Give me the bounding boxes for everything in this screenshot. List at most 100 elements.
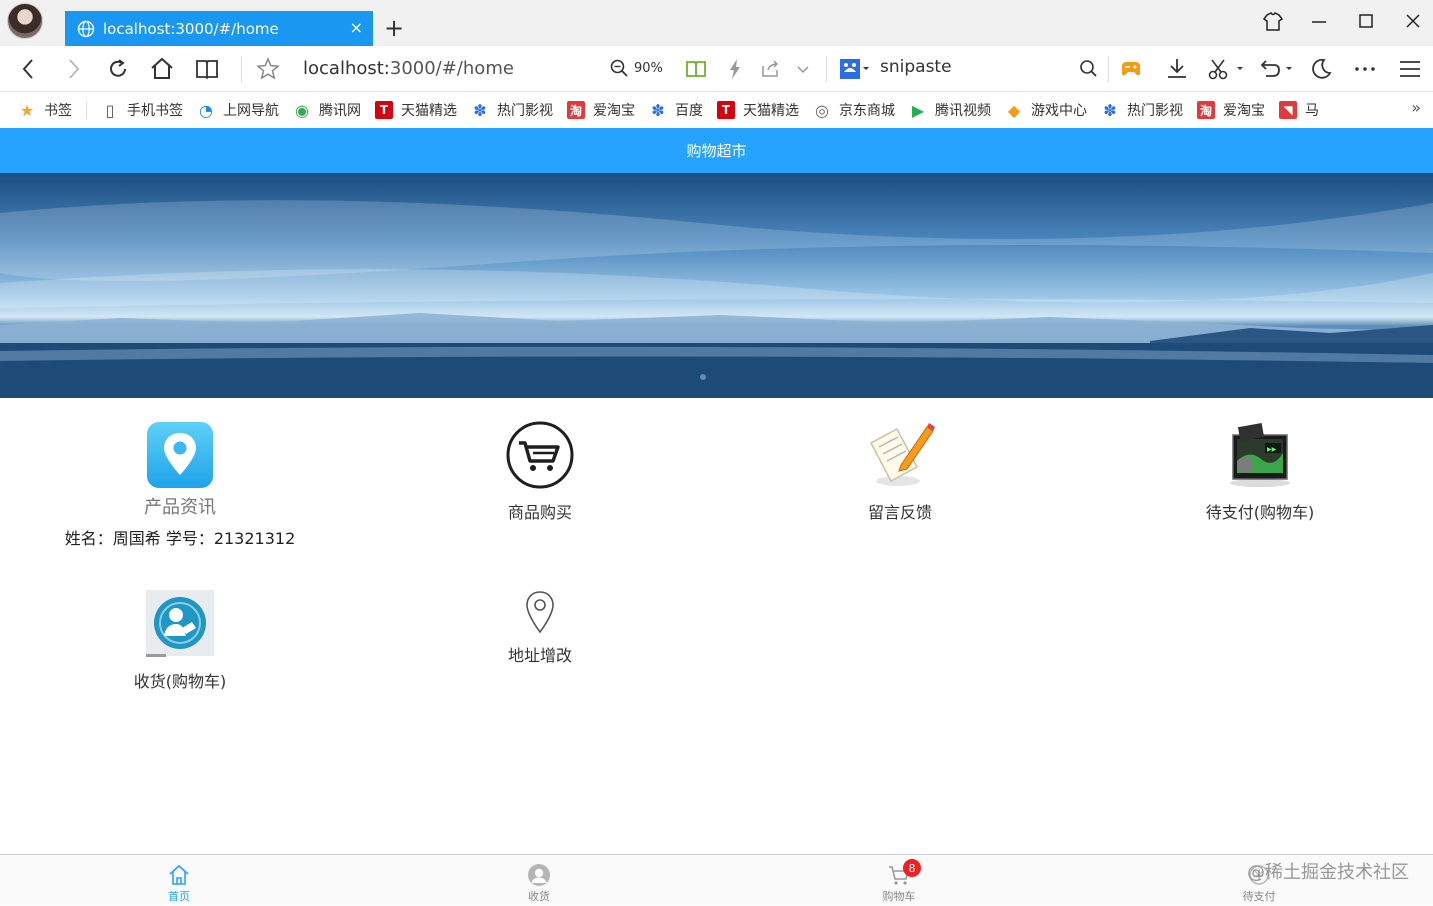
bookmark-item[interactable]: T 天猫精选 xyxy=(717,100,799,120)
bookmark-item[interactable]: ▶ 腾讯视频 xyxy=(909,100,991,120)
home-icon xyxy=(169,864,189,885)
bookmark-item[interactable]: ◔ 上网导航 xyxy=(197,100,279,120)
bookmark-label: 热门影视 xyxy=(497,103,553,119)
reading-book-icon[interactable] xyxy=(194,56,220,82)
bookmark-item[interactable]: 淘爱淘宝 xyxy=(1197,100,1265,120)
user-delivery-icon xyxy=(146,590,214,657)
tshirt-skin-icon[interactable] xyxy=(1261,12,1285,32)
reader-green-icon[interactable] xyxy=(683,56,709,82)
url-host: localhost: xyxy=(303,58,390,79)
menu-hamburger-icon[interactable] xyxy=(1397,56,1423,82)
search-icon[interactable] xyxy=(1076,56,1102,82)
ma-icon: ◥ xyxy=(1279,101,1297,119)
home-icon[interactable] xyxy=(149,56,175,82)
browser-tab-active[interactable]: localhost:3000/#/home × xyxy=(65,11,373,46)
bookmark-label: 游戏中心 xyxy=(1031,103,1087,119)
tab-label: 首页 xyxy=(168,890,190,903)
bookmark-label: 天猫精选 xyxy=(743,103,799,119)
grid-item-feedback[interactable]: 留言反馈 xyxy=(720,421,1080,523)
bookmark-label: 腾讯视频 xyxy=(935,103,991,119)
svg-text:▶▶: ▶▶ xyxy=(1267,446,1277,453)
bookmark-item[interactable]: ★ 书签 xyxy=(18,100,72,120)
tab-home[interactable]: 首页 xyxy=(0,855,358,906)
paw-icon: ✽ xyxy=(1103,100,1117,120)
user-avatar[interactable] xyxy=(7,3,43,39)
bookmark-label: 书签 xyxy=(44,103,72,119)
address-bar[interactable]: localhost:3000/#/home xyxy=(303,57,514,81)
bookmark-label: 京东商城 xyxy=(839,103,895,119)
grid-item-buy-goods[interactable]: 商品购买 xyxy=(360,421,720,523)
tab-label: 待支付 xyxy=(1242,890,1276,903)
toolbar-divider xyxy=(241,56,242,82)
zoom-magnifier-icon xyxy=(610,59,628,77)
undo-icon[interactable] xyxy=(1256,56,1296,82)
night-mode-moon-icon[interactable] xyxy=(1308,56,1334,82)
grid-label: 留言反馈 xyxy=(867,503,932,522)
grid-item-address-edit[interactable]: 地址增改 xyxy=(360,590,720,666)
bookmark-star-icon[interactable] xyxy=(255,56,281,82)
bookmark-item[interactable]: ✽ 热门影视 xyxy=(471,100,553,120)
chevron-down-icon[interactable] xyxy=(790,56,816,82)
tab-title: localhost:3000/#/home xyxy=(103,19,279,38)
bookmark-item[interactable]: T 天猫精选 xyxy=(375,100,457,120)
bookmark-label: 上网导航 xyxy=(223,103,279,119)
tmall-icon: T xyxy=(375,101,393,119)
zoom-indicator[interactable]: 90% xyxy=(610,59,663,77)
toolbar-divider xyxy=(826,56,827,82)
lightning-icon[interactable] xyxy=(722,56,748,82)
bookmark-item[interactable]: ✽ 热门影视 xyxy=(1101,100,1183,120)
search-engine-name[interactable]: snipaste xyxy=(880,57,952,77)
globe-icon xyxy=(77,20,95,37)
grid-label: 地址增改 xyxy=(507,646,572,665)
watermark: @稀土掘金技术社区 xyxy=(1247,862,1409,883)
location-pin-icon xyxy=(147,422,213,488)
bookmarks-overflow-icon[interactable]: » xyxy=(1411,98,1421,117)
bookmark-item[interactable]: ◉ 腾讯网 xyxy=(293,100,361,120)
bookmark-label: 马 xyxy=(1305,103,1319,119)
toolbar-divider xyxy=(1108,56,1109,82)
tab-close-icon[interactable]: × xyxy=(350,19,363,37)
map-marker-icon xyxy=(526,591,554,634)
bookmark-item[interactable]: ◥ 马 xyxy=(1279,100,1319,120)
more-dots-icon[interactable] xyxy=(1352,56,1378,82)
bookmark-label: 腾讯网 xyxy=(319,103,361,119)
browser-tab-strip: localhost:3000/#/home × + xyxy=(0,0,1433,46)
minimize-icon[interactable] xyxy=(1308,20,1332,24)
bookmark-item[interactable]: ◎ 京东商城 xyxy=(813,100,895,120)
grid-item-pending-payment[interactable]: ▶▶ 待支付(购物车) xyxy=(1080,421,1433,523)
tab-label: 购物车 xyxy=(882,890,916,903)
browser-toolbar: localhost:3000/#/home 90% snipaste xyxy=(0,46,1433,92)
maximize-icon[interactable] xyxy=(1355,13,1379,31)
bottom-tabbar: 首页 收货 购物车 8 待支付 xyxy=(0,854,1433,905)
tencent-icon: ◉ xyxy=(295,100,309,120)
share-icon[interactable] xyxy=(757,56,783,82)
bookmark-item[interactable]: ✽ 百度 xyxy=(649,100,703,120)
tab-label: 收货 xyxy=(528,890,550,903)
bookmark-item[interactable]: ▯ 手机书签 xyxy=(101,100,183,120)
grid-label: 待支付(购物车) xyxy=(1205,503,1315,522)
search-engine-logo-icon[interactable] xyxy=(838,56,872,82)
grid-item-product-news[interactable]: 产品资讯 姓名：周国希 学号：21321312 xyxy=(0,421,360,549)
close-window-icon[interactable] xyxy=(1402,12,1426,32)
grid-item-receive-goods[interactable]: 收货(购物车) xyxy=(0,590,360,692)
scissors-icon[interactable] xyxy=(1205,56,1245,82)
globe-icon: ◎ xyxy=(815,100,829,120)
reload-icon[interactable] xyxy=(105,56,131,82)
hero-banner-image xyxy=(0,173,1433,398)
cart-icon xyxy=(506,421,574,489)
game-controller-icon[interactable] xyxy=(1118,56,1144,82)
taobao-icon: 淘 xyxy=(567,101,585,119)
download-icon[interactable] xyxy=(1164,56,1190,82)
gamepad-icon: ◆ xyxy=(1007,100,1021,120)
bookmark-label: 爱淘宝 xyxy=(593,103,635,119)
tab-cart[interactable]: 购物车 8 xyxy=(720,855,1078,906)
page-title: 购物超市 xyxy=(686,142,747,160)
new-tab-button[interactable]: + xyxy=(384,14,404,42)
forward-icon[interactable] xyxy=(60,56,86,82)
app-header: 购物超市 xyxy=(0,128,1433,173)
back-icon[interactable] xyxy=(16,56,42,82)
bookmark-item[interactable]: ◆ 游戏中心 xyxy=(1005,100,1087,120)
bookmark-item[interactable]: 淘爱淘宝 xyxy=(567,100,635,120)
bookmark-label: 天猫精选 xyxy=(401,103,457,119)
tab-receive[interactable]: 收货 xyxy=(360,855,718,906)
